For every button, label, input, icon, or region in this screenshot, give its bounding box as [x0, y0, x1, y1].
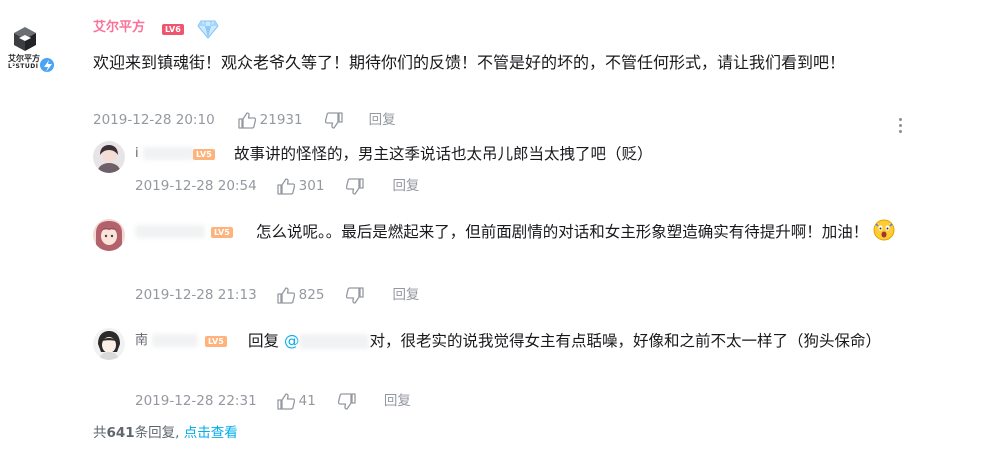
- reply-timestamp: 2019-12-28 20:54: [135, 178, 257, 194]
- user-avatar-image: [93, 219, 125, 251]
- dislike-button[interactable]: [324, 111, 343, 129]
- reply-text: 故事讲的怪怪的，男主这季说话也太吊儿郎当太拽了吧（贬）: [234, 145, 653, 163]
- blurred-username: [142, 147, 195, 160]
- mention-at: @: [283, 332, 300, 350]
- reply-text-body: 怎么说呢。。最后是燃起来了，但前面剧情的对话和女主形象塑造确实有待提升啊！加油！: [256, 223, 869, 241]
- level-badge: LV6: [162, 24, 184, 35]
- like-count: 41: [298, 393, 316, 409]
- comment-username[interactable]: 艾尔平方: [93, 19, 145, 37]
- brand-avatar[interactable]: 艾尔平方 L²STUDIO: [8, 26, 56, 74]
- like-button[interactable]: 301: [277, 177, 325, 195]
- reply-avatar[interactable]: [93, 328, 125, 360]
- reply-button[interactable]: 回复: [369, 111, 396, 129]
- thumbs-down-icon: [337, 392, 356, 410]
- reply-text-body: 对，很老实的说我觉得女主有点聒噪，好像和之前不太一样了（狗头保命）: [369, 332, 881, 350]
- reply-avatar[interactable]: [93, 219, 125, 251]
- more-vertical-icon[interactable]: [897, 118, 903, 138]
- footer-suffix: 条回复,: [134, 425, 180, 441]
- reply-button[interactable]: 回复: [384, 392, 411, 410]
- dislike-button[interactable]: [346, 177, 365, 195]
- comment-timestamp: 2019-12-28 20:10: [93, 112, 215, 128]
- reply-meta: 2019-12-28 21:13 825 回复: [135, 286, 419, 304]
- thumbs-down-icon: [346, 177, 365, 195]
- level-badge: LV5: [193, 149, 215, 160]
- thumbs-up-icon: [238, 111, 256, 129]
- verified-lightning-icon: [38, 56, 56, 74]
- reply-username-text: i: [135, 146, 139, 161]
- reply-text: 怎么说呢。。最后是燃起来了，但前面剧情的对话和女主形象塑造确实有待提升啊！加油！: [135, 219, 905, 246]
- diamond-vip-icon: [197, 20, 219, 39]
- thumbs-up-icon: [277, 286, 295, 304]
- brand-logo-icon: [14, 27, 36, 51]
- shocked-face-emoji-icon: [873, 219, 895, 241]
- like-button[interactable]: 41: [277, 392, 316, 410]
- mention-link[interactable]: @: [284, 332, 370, 350]
- brand-logo-text: 艾尔平方: [8, 54, 40, 63]
- like-count: 825: [298, 287, 325, 303]
- dislike-button[interactable]: [337, 392, 356, 410]
- reply-total-count: 641: [106, 425, 135, 441]
- reply-text: 回复 @ 对，很老实的说我觉得女主有点聒噪，好像和之前不太一样了（狗头保命）: [135, 328, 905, 355]
- thumbs-down-icon: [324, 111, 343, 129]
- reply-timestamp: 2019-12-28 22:31: [135, 393, 257, 409]
- view-all-replies-link[interactable]: 点击查看: [184, 425, 238, 441]
- comment-meta: 2019-12-28 20:10 21931 回复: [93, 111, 396, 129]
- reply-button[interactable]: 回复: [392, 177, 419, 195]
- reply-meta: 2019-12-28 22:31 41 回复: [135, 392, 411, 410]
- reply-count-footer: 共641条回复, 点击查看: [93, 424, 238, 442]
- reply-username[interactable]: i: [135, 145, 195, 163]
- like-count: 21931: [259, 112, 303, 128]
- thumbs-up-icon: [277, 177, 295, 195]
- dislike-button[interactable]: [346, 286, 365, 304]
- footer-prefix: 共: [93, 425, 107, 441]
- like-button[interactable]: 21931: [238, 111, 303, 129]
- user-avatar-image: [93, 141, 125, 173]
- like-count: 301: [298, 178, 325, 194]
- like-button[interactable]: 825: [277, 286, 325, 304]
- reply-meta: 2019-12-28 20:54 301 回复: [135, 177, 419, 195]
- reply-avatar[interactable]: [93, 141, 125, 173]
- blurred-mention: [299, 334, 370, 349]
- reply-button[interactable]: 回复: [392, 286, 419, 304]
- reply-timestamp: 2019-12-28 21:13: [135, 287, 257, 303]
- thumbs-up-icon: [277, 392, 295, 410]
- thumbs-down-icon: [346, 286, 365, 304]
- comment-text: 欢迎来到镇魂街！观众老爷久等了！期待你们的反馈！不管是好的坏的，不管任何形式，请…: [93, 53, 846, 72]
- user-avatar-image: [93, 328, 125, 360]
- reply-prefix: 回复: [248, 332, 280, 350]
